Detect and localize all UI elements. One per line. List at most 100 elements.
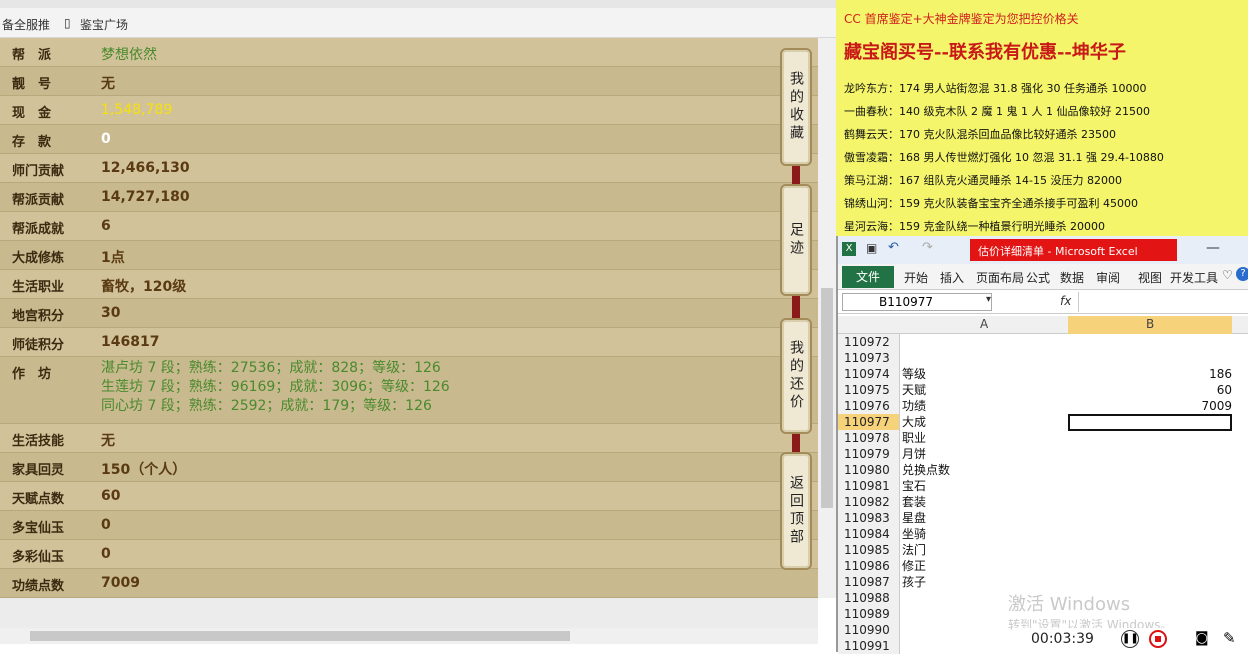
row-number[interactable]: 110981: [838, 478, 900, 494]
row-number[interactable]: 110976: [838, 398, 900, 414]
collapse-ribbon-icon[interactable]: ♡: [1222, 268, 1233, 282]
info-value: 0: [101, 131, 111, 147]
row-number[interactable]: 110980: [838, 462, 900, 478]
ribbon-tab[interactable]: 视图: [1138, 269, 1162, 286]
row-number[interactable]: 110975: [838, 382, 900, 398]
cell-b[interactable]: 186: [1070, 366, 1232, 382]
row-number[interactable]: 110978: [838, 430, 900, 446]
bookmark-item[interactable]: 鉴宝广场: [80, 16, 128, 33]
cell-a[interactable]: 月饼: [902, 446, 926, 462]
cell-a[interactable]: 法门: [902, 542, 926, 558]
cell-a[interactable]: 修正: [902, 558, 926, 574]
ribbon-tabs: 文件 开始 插入 页面布局 公式 数据 审阅 视图 开发工具 ♡ ?: [838, 264, 1248, 290]
workshop-line: 同心坊 7 段；熟练：2592；成就：179；等级：126: [101, 398, 432, 414]
rope-connector: [792, 296, 800, 318]
info-row: 师门贡献 12,466,130: [0, 154, 818, 183]
info-label: 家具回灵: [12, 463, 65, 478]
pause-icon[interactable]: ❚❚: [1121, 630, 1139, 648]
cell-a[interactable]: 天赋: [902, 382, 926, 398]
ad-listing: 鹤舞云天：170 克火队混杀回血品像比较好通杀 23500: [844, 128, 1116, 141]
side-nav-button[interactable]: 我的收藏: [780, 48, 812, 166]
function-icon[interactable]: fx: [1060, 294, 1071, 308]
row-number[interactable]: 110977: [838, 414, 900, 430]
row-number[interactable]: 110984: [838, 526, 900, 542]
cell-a[interactable]: 孩子: [902, 574, 926, 590]
cell-a[interactable]: 宝石: [902, 478, 926, 494]
ribbon-tab[interactable]: 公式: [1026, 269, 1050, 286]
row-number[interactable]: 110985: [838, 542, 900, 558]
cell-a[interactable]: 大成: [902, 414, 926, 430]
sheet-row: 110973: [838, 350, 1248, 366]
redo-icon[interactable]: ↷: [922, 240, 933, 255]
info-label: 功绩点数: [12, 579, 65, 594]
excel-logo-icon: X: [842, 242, 856, 256]
rope-connector: [792, 166, 800, 184]
info-label: 师徒积分: [12, 338, 65, 353]
row-number[interactable]: 110982: [838, 494, 900, 510]
row-number[interactable]: 110987: [838, 574, 900, 590]
row-number[interactable]: 110974: [838, 366, 900, 382]
sheet-row: 110980 兑换点数: [838, 462, 1248, 478]
side-nav-button[interactable]: 足迹: [780, 184, 812, 296]
row-number[interactable]: 110973: [838, 350, 900, 366]
active-cell[interactable]: [1068, 414, 1232, 431]
vertical-scrollbar[interactable]: [818, 38, 836, 598]
ribbon-tab[interactable]: 数据: [1060, 269, 1084, 286]
formula-input[interactable]: [1078, 292, 1248, 312]
row-number[interactable]: 110988: [838, 590, 900, 606]
workshop-lines: 湛卢坊 7 段；熟练：27536；成就：828；等级：126 生莲坊 7 段；熟练…: [101, 359, 450, 416]
cell-a[interactable]: 功绩: [902, 398, 926, 414]
sheet-row: 110976 功绩 7009: [838, 398, 1248, 414]
stop-icon[interactable]: [1149, 630, 1167, 648]
help-icon[interactable]: ?: [1236, 267, 1248, 281]
pen-icon[interactable]: ✎: [1223, 629, 1236, 647]
row-number[interactable]: 110972: [838, 334, 900, 350]
cell-a[interactable]: 套装: [902, 494, 926, 510]
scrollbar-thumb[interactable]: [821, 288, 833, 508]
column-headers: A B: [838, 316, 1248, 334]
ribbon-tab[interactable]: 审阅: [1096, 269, 1120, 286]
camera-icon[interactable]: ◙: [1195, 630, 1209, 646]
cell-a[interactable]: 职业: [902, 430, 926, 446]
scrollbar-thumb[interactable]: [30, 631, 570, 641]
browser-window: 备全服推 ▯ 鉴宝广场 帮 派梦想依然靓 号无现 金 1,548,789 存 款0师…: [0, 0, 836, 652]
file-tab[interactable]: 文件: [842, 266, 894, 288]
minimize-icon[interactable]: —: [1206, 240, 1220, 256]
ribbon-tab[interactable]: 开发工具: [1170, 269, 1218, 286]
row-number[interactable]: 110979: [838, 446, 900, 462]
workshop-line: 生莲坊 7 段；熟练：96169；成就：3096；等级：126: [101, 379, 450, 395]
cell-a[interactable]: 星盘: [902, 510, 926, 526]
cell-b[interactable]: 7009: [1070, 398, 1232, 414]
cell-a[interactable]: 等级: [902, 366, 926, 382]
row-number[interactable]: 110989: [838, 606, 900, 622]
side-nav-button[interactable]: 我的还价: [780, 318, 812, 434]
bookmark-item[interactable]: 备全服推: [2, 16, 50, 33]
ad-listing: 策马江湖：167 组队克火通灵睡杀 14-15 没压力 82000: [844, 174, 1122, 187]
ribbon-tab[interactable]: 页面布局: [976, 269, 1024, 286]
row-number[interactable]: 110990: [838, 622, 900, 638]
cell-a[interactable]: 兑换点数: [902, 462, 950, 478]
info-row: 多宝仙玉 0: [0, 511, 818, 540]
ad-line-1: CC 首席鉴定+大神金牌鉴定为您把控价格关: [844, 12, 1079, 26]
cell-a[interactable]: 坐骑: [902, 526, 926, 542]
info-label: 作 坊: [12, 367, 52, 382]
horizontal-scrollbar[interactable]: [0, 628, 818, 644]
ribbon-tab[interactable]: 开始: [904, 269, 928, 286]
row-number[interactable]: 110986: [838, 558, 900, 574]
ad-listing: 龙吟东方：174 男人站街忽混 31.8 强化 30 任务通杀 10000: [844, 82, 1147, 95]
info-label: 现 金: [12, 106, 52, 121]
column-header-b[interactable]: B: [1146, 317, 1154, 331]
row-number[interactable]: 110983: [838, 510, 900, 526]
column-header-a[interactable]: A: [980, 317, 988, 331]
formula-bar: B110977 ▾ fx: [838, 290, 1248, 314]
info-row: 天赋点数 60: [0, 482, 818, 511]
name-box-dropdown-icon[interactable]: ▾: [986, 294, 991, 305]
save-icon[interactable]: ▣: [866, 241, 877, 255]
undo-icon[interactable]: ↶: [888, 240, 899, 255]
info-label: 生活技能: [12, 434, 65, 449]
name-box[interactable]: B110977: [842, 293, 992, 311]
side-nav-button[interactable]: 返回顶部: [780, 452, 812, 570]
ribbon-tab[interactable]: 插入: [940, 269, 964, 286]
info-label: 靓 号: [12, 77, 52, 92]
cell-b[interactable]: 60: [1070, 382, 1232, 398]
